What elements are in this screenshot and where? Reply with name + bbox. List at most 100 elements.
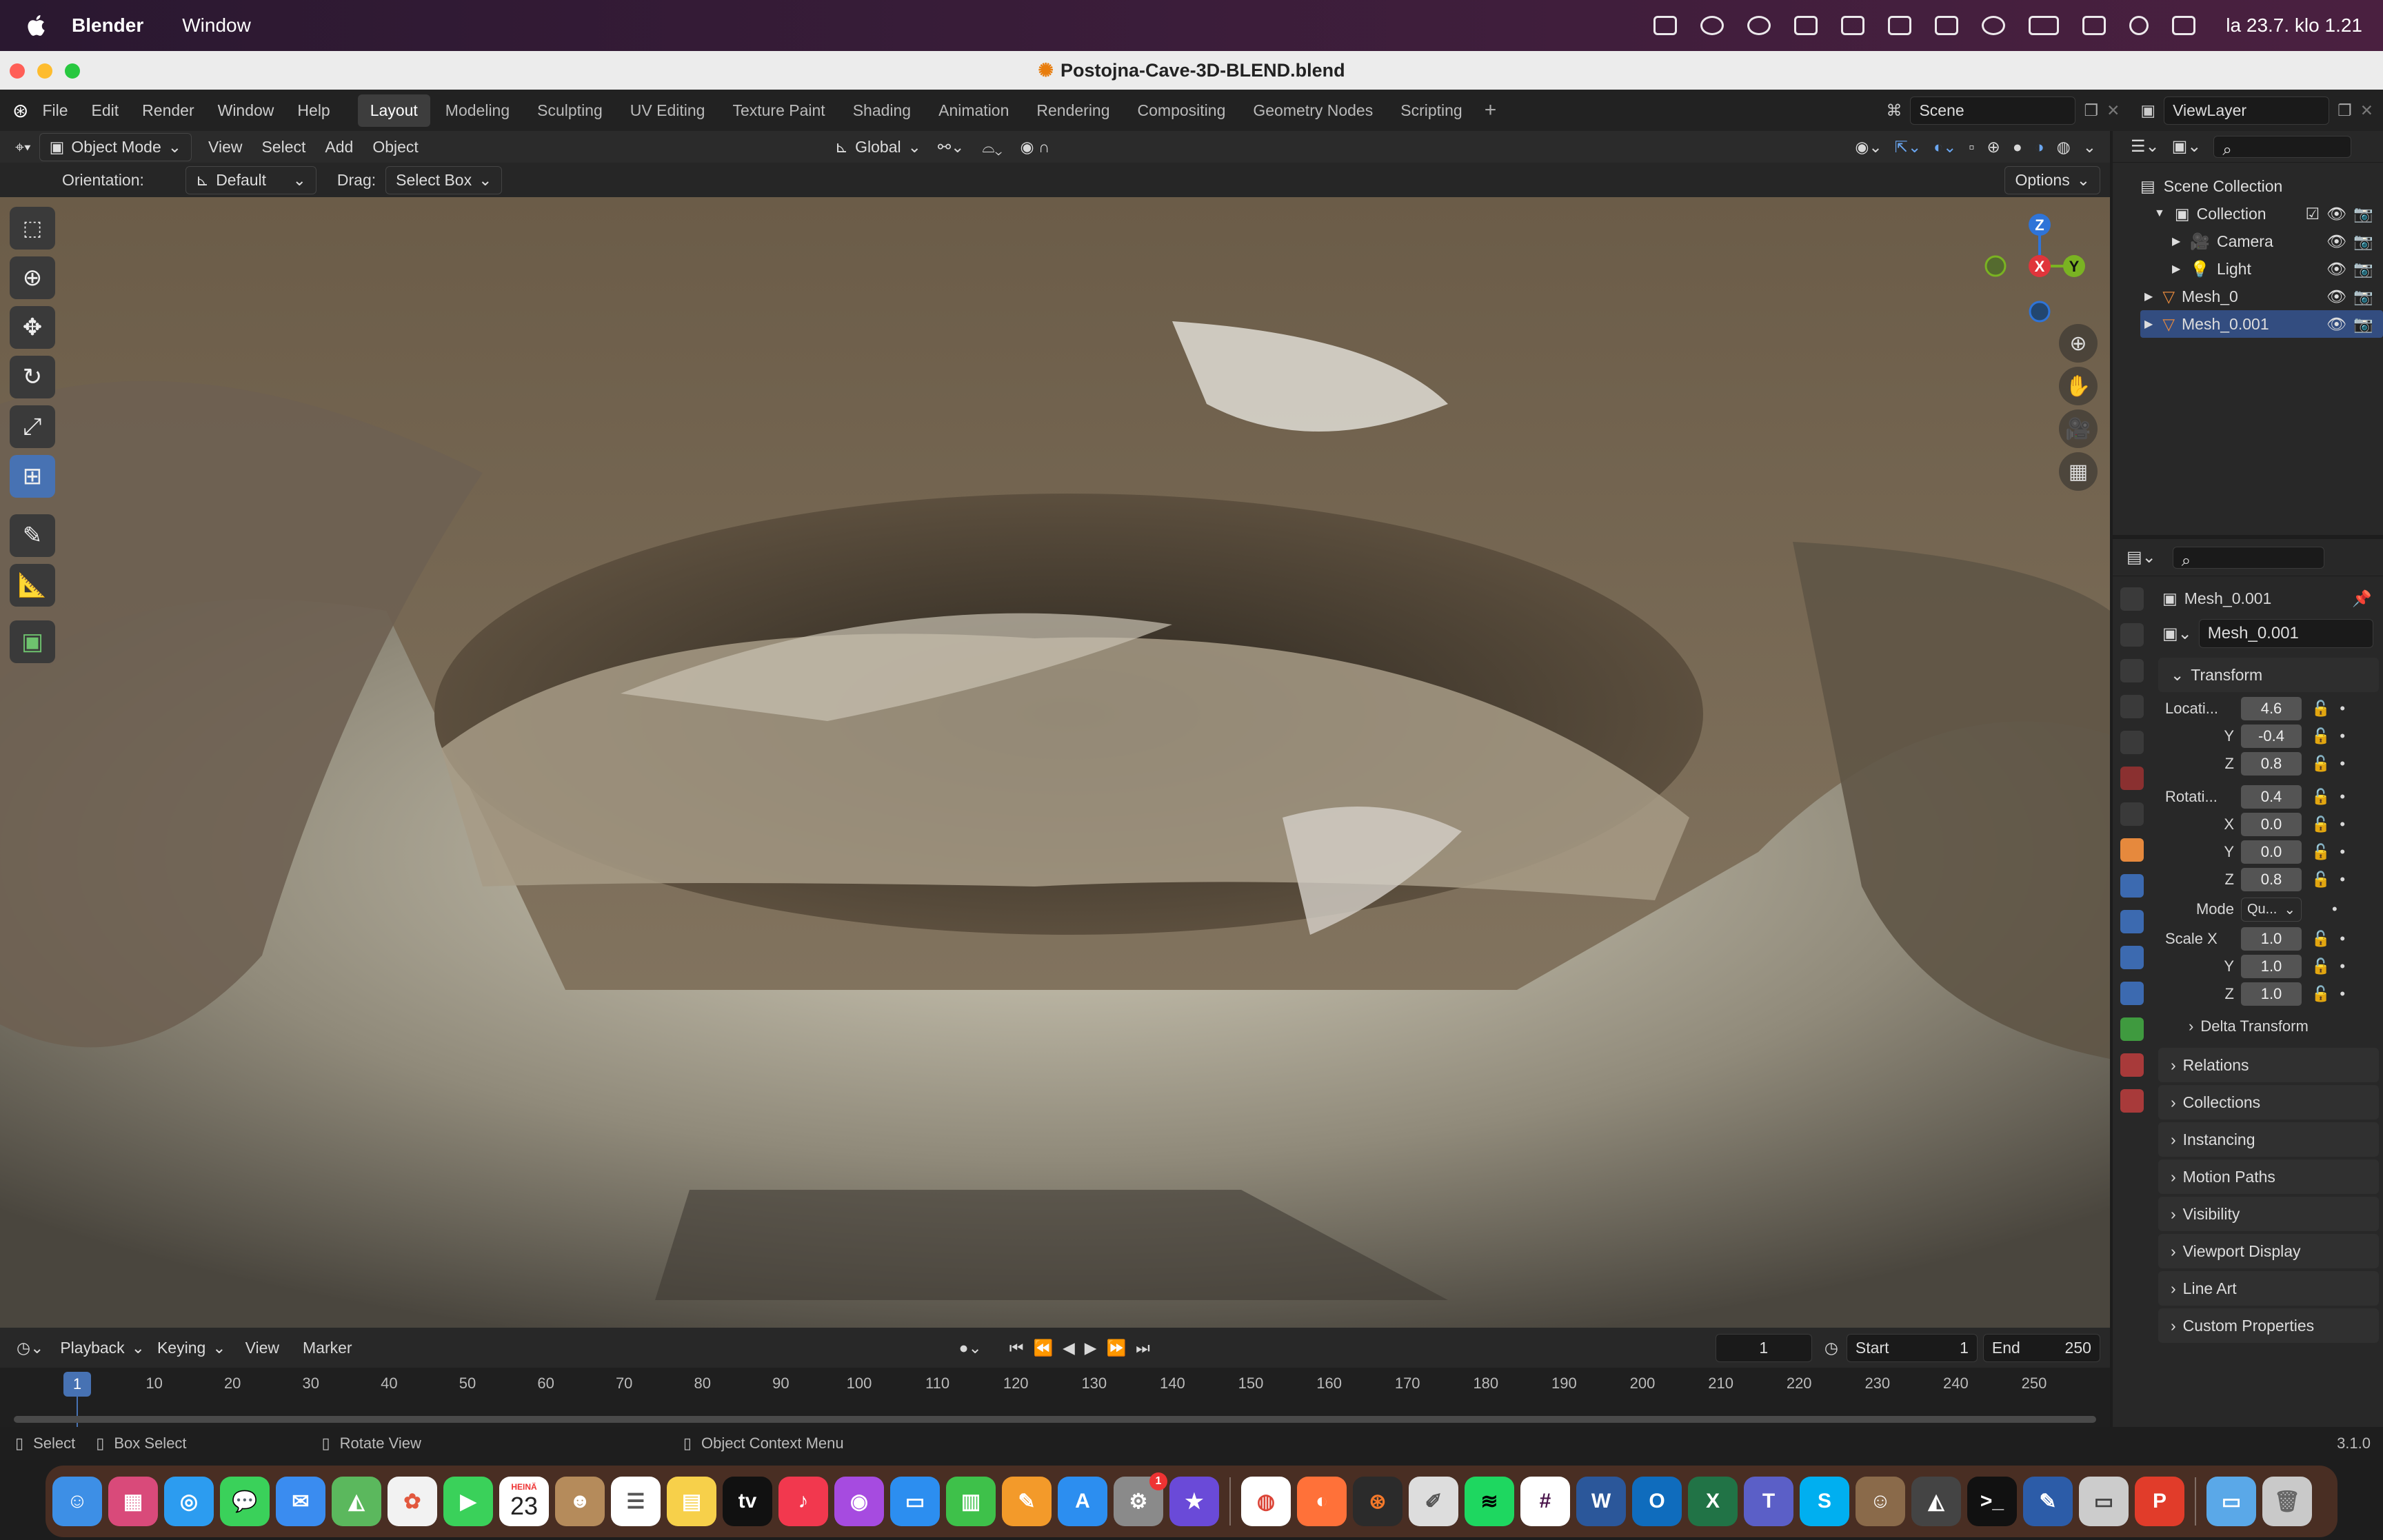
zoom-window-button[interactable] [65,63,80,79]
outliner-row-collection[interactable]: ▼ ▣ Collection ☑ 👁 📷 [2140,200,2383,227]
facetime-icon[interactable]: ▶ [443,1477,493,1526]
keyframe-dot-icon[interactable]: • [2340,788,2345,806]
particles-tab-icon[interactable] [2120,910,2144,933]
scanner-icon[interactable]: ▭ [2079,1477,2129,1526]
output-tab-icon[interactable] [2120,659,2144,682]
world-tab-icon[interactable] [2120,767,2144,790]
location-y-field[interactable]: -0.4 [2241,725,2302,748]
lock-icon[interactable]: 🔓 [2311,843,2330,861]
new-viewlayer-icon[interactable]: ❐ [2337,101,2352,120]
outliner-row-light[interactable]: ▶ 💡 Light 👁 📷 [2140,255,2383,283]
instancing-panel[interactable]: › Instancing [2158,1122,2379,1157]
playhead[interactable]: 1 [63,1372,91,1397]
xray-icon[interactable]: ▫ [1969,138,1974,156]
tab-geometry-nodes[interactable]: Geometry Nodes [1240,94,1385,127]
safari-icon[interactable]: ◎ [164,1477,214,1526]
display-mode-icon[interactable]: ▣⌄ [2172,136,2202,156]
teams-icon[interactable]: T [1744,1477,1793,1526]
ortho-grid-icon[interactable]: ▦ [2059,452,2098,491]
eye-icon[interactable]: 👁 [2326,205,2346,223]
scale-y-field[interactable]: 1.0 [2241,955,2302,978]
blender-icon[interactable]: ⊛ [1353,1477,1402,1526]
music-icon[interactable]: ♪ [778,1477,828,1526]
lock-icon[interactable]: 🔓 [2311,958,2330,975]
app-store-icon[interactable]: A [1058,1477,1107,1526]
outliner-row-mesh0001[interactable]: ▶ ▽ Mesh_0.001 👁 📷 [2140,310,2383,338]
tab-modeling[interactable]: Modeling [433,94,522,127]
globe-icon[interactable] [1747,16,1771,35]
lock-icon[interactable]: 🔓 [2311,930,2330,948]
shading-wireframe-icon[interactable]: ⊕ [1987,138,2000,156]
camera-render-icon[interactable]: 📷 [2353,205,2373,223]
trash-icon[interactable]: 🗑 [2262,1477,2312,1526]
constraints-tab-icon[interactable] [2120,982,2144,1005]
snap-icon[interactable]: ⌓⌄ [982,138,1002,156]
keyframe-dot-icon[interactable]: • [2332,900,2337,918]
auto-keying-icon[interactable]: ●⌄ [959,1339,982,1357]
orientation-dropdown[interactable]: ⊾ Default ⌄ [185,165,316,194]
gimp-icon[interactable]: ☺ [1856,1477,1905,1526]
calendar-icon[interactable]: HEINÄ 23 [499,1477,549,1526]
system-preferences-icon[interactable]: ⚙ 1 [1114,1472,1167,1526]
expand-arrow-icon[interactable]: ▼ [2154,207,2165,220]
play-icon[interactable]: ▶ [1085,1339,1097,1357]
menu-add[interactable]: Add [325,138,353,156]
material-tab-icon[interactable] [2120,1053,2144,1077]
pages-icon[interactable]: ✎ [1002,1477,1052,1526]
lock-icon[interactable]: 🔓 [2311,871,2330,889]
annotate-tool[interactable]: ✎ [10,514,55,557]
rotation-mode-dropdown[interactable]: Qu... ⌄ [2241,897,2302,922]
location-z-field[interactable]: 0.8 [2241,752,2302,776]
collection-tab-icon[interactable] [2120,802,2144,826]
3d-viewport[interactable] [0,197,2110,1328]
scale-x-field[interactable]: 1.0 [2241,927,2302,951]
tab-sculpting[interactable]: Sculpting [525,94,615,127]
view-layer-tab-icon[interactable] [2120,695,2144,718]
rotation-y-field[interactable]: 0.0 [2241,840,2302,864]
messages-icon[interactable]: 💬 [220,1477,270,1526]
visibility-panel[interactable]: › Visibility [2158,1197,2379,1231]
proportional-edit-icon[interactable]: ◉ ∩ [1020,138,1049,156]
battery-icon[interactable] [2029,16,2060,35]
timeline-view-menu[interactable]: View [245,1339,279,1357]
pan-hand-icon[interactable]: ✋ [2059,367,2098,405]
gizmo-toggle-icon[interactable]: ⇱⌄ [1895,138,1922,156]
search-icon[interactable] [2129,16,2149,35]
eye-icon[interactable]: 👁 [2326,232,2346,251]
active-app-name[interactable]: Blender [72,14,143,37]
keyframe-dot-icon[interactable]: • [2340,755,2345,773]
play-icon[interactable] [1982,16,2006,35]
eye-icon[interactable]: 👁 [2326,260,2346,278]
physics-tab-icon[interactable] [2120,946,2144,969]
tab-rendering[interactable]: Rendering [1024,94,1122,127]
cloud-icon[interactable] [1653,16,1678,35]
drag-dropdown[interactable]: Select Box ⌄ [385,165,503,194]
menu-edit[interactable]: Edit [92,101,119,120]
transform-orientation-dropdown[interactable]: ⊾ Global ⌄ [825,134,931,161]
notes-icon[interactable]: ▤ [667,1477,716,1526]
rotation-z-field[interactable]: 0.8 [2241,868,2302,891]
outliner-search-field[interactable]: ⌕ [2213,135,2352,159]
camera-render-icon[interactable]: 📷 [2353,232,2373,251]
move-tool[interactable]: ✥ [10,306,55,349]
menu-window[interactable]: Window [218,101,274,120]
tool-tab-icon[interactable] [2120,587,2144,611]
shading-solid-icon[interactable]: ● [2013,138,2022,156]
transform-tool[interactable]: ⊞ [10,455,55,498]
delete-scene-icon[interactable]: ✕ [2107,101,2120,120]
outliner-row-mesh0[interactable]: ▶ ▽ Mesh_0 👁 📷 [2140,283,2383,310]
keyframe-dot-icon[interactable]: • [2340,930,2345,948]
transform-panel-header[interactable]: ⌄ Transform [2158,658,2379,692]
scale-z-field[interactable]: 1.0 [2241,982,2302,1006]
tab-shading[interactable]: Shading [841,94,923,127]
script-editor-icon[interactable]: ✐ [1409,1477,1458,1526]
cursor-tool[interactable]: ⊕ [10,256,55,299]
podcasts-icon[interactable]: ◉ [834,1477,884,1526]
marker-menu[interactable]: Marker [303,1339,352,1357]
timeline-scrollbar[interactable] [14,1416,2096,1423]
word-icon[interactable]: W [1576,1477,1626,1526]
outliner-type-icon[interactable]: ☰⌄ [2131,136,2160,156]
timeline-editor-type-icon[interactable]: ◷⌄ [17,1339,43,1357]
keyframe-dot-icon[interactable]: • [2340,815,2345,833]
keyframe-dot-icon[interactable]: • [2340,871,2345,889]
